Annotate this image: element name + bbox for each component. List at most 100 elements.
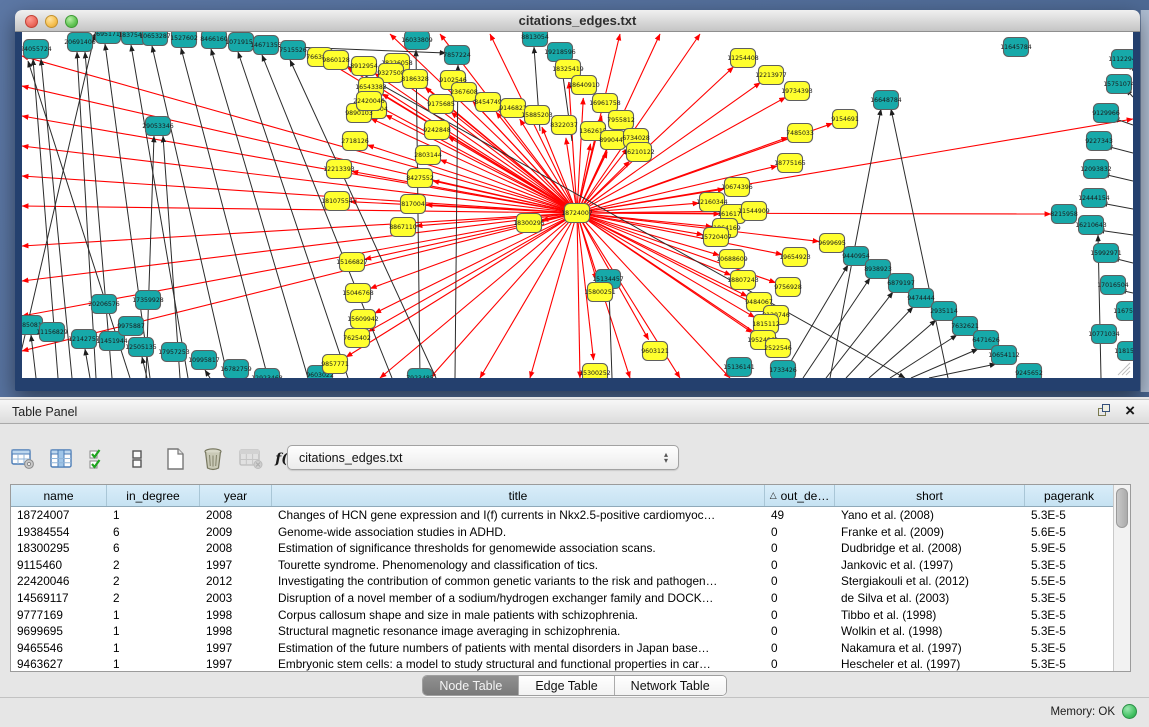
graph-node[interactable]: 10688609 bbox=[716, 250, 748, 269]
graph-node[interactable]: 9242848 bbox=[423, 121, 451, 140]
graph-edge[interactable] bbox=[846, 307, 913, 378]
network-window-titlebar[interactable]: citations_edges.txt bbox=[15, 10, 1140, 32]
graph-node[interactable]: 9175685 bbox=[427, 95, 455, 114]
graph-node[interactable]: 8912954 bbox=[350, 57, 378, 76]
graph-node[interactable]: 7857224 bbox=[443, 46, 471, 65]
graph-node[interactable]: 19218596 bbox=[544, 43, 576, 62]
column-header-out_de[interactable]: △out_de… bbox=[765, 485, 835, 506]
graph-node[interactable]: 9975887 bbox=[117, 317, 145, 336]
graph-edge[interactable] bbox=[869, 320, 936, 378]
select-columns-icon[interactable] bbox=[48, 446, 74, 472]
graph-node[interactable]: 12213977 bbox=[755, 66, 787, 85]
graph-node[interactable]: 12923468 bbox=[251, 369, 283, 379]
graph-node[interactable]: 14671355 bbox=[250, 36, 282, 55]
graph-node[interactable]: 9154691 bbox=[831, 110, 859, 129]
tab-network-table[interactable]: Network Table bbox=[615, 676, 726, 695]
graph-edge[interactable] bbox=[85, 349, 90, 378]
graph-node[interactable]: 817004 bbox=[401, 195, 426, 214]
graph-edge[interactable] bbox=[22, 213, 577, 281]
graph-hub-node[interactable]: 18724007 bbox=[561, 204, 593, 223]
graph-node[interactable]: 16210643 bbox=[1075, 216, 1107, 235]
graph-node[interactable]: 18107554 bbox=[321, 192, 353, 211]
graph-node[interactable]: 9474444 bbox=[907, 289, 935, 308]
graph-node[interactable]: 16210122 bbox=[623, 143, 655, 162]
graph-node[interactable]: 9756928 bbox=[774, 278, 802, 297]
table-row[interactable]: 977716911998Corpus callosum shape and si… bbox=[11, 607, 1113, 624]
graph-node[interactable]: 1527602 bbox=[170, 32, 198, 48]
graph-node[interactable]: 8454749 bbox=[474, 93, 502, 112]
graph-node[interactable]: 16648784 bbox=[870, 91, 902, 110]
graph-node[interactable]: 11675322 bbox=[1113, 302, 1133, 321]
resize-grip[interactable] bbox=[1115, 360, 1131, 376]
graph-node[interactable]: 15751074 bbox=[1103, 75, 1133, 94]
graph-node[interactable]: 15992971 bbox=[1090, 244, 1122, 263]
graph-node[interactable]: 7923485 bbox=[406, 369, 434, 379]
graph-node[interactable]: 11122945 bbox=[1108, 50, 1133, 69]
graph-node[interactable]: 9860128 bbox=[322, 51, 350, 70]
graph-node[interactable]: 22420046 bbox=[353, 92, 385, 111]
graph-node[interactable]: 8867110 bbox=[389, 218, 417, 237]
graph-node[interactable]: 15800251 bbox=[584, 283, 616, 302]
table-row[interactable]: 2242004622012Investigating the contribut… bbox=[11, 573, 1113, 590]
graph-node[interactable]: 7515526 bbox=[279, 41, 307, 60]
graph-edge[interactable] bbox=[181, 48, 268, 378]
graph-node[interactable]: 18775165 bbox=[774, 154, 806, 173]
graph-edge[interactable] bbox=[22, 213, 577, 246]
graph-node[interactable]: 7625402 bbox=[343, 329, 371, 348]
column-header-name[interactable]: name bbox=[11, 485, 107, 506]
graph-node[interactable]: 17957253 bbox=[158, 343, 190, 362]
graph-edge[interactable] bbox=[430, 213, 577, 378]
table-row[interactable]: 946554611997Estimation of the future num… bbox=[11, 640, 1113, 657]
table-row[interactable]: 911546021997Tourette syndrome. Phenomeno… bbox=[11, 557, 1113, 574]
select-attributes-icon[interactable] bbox=[86, 446, 112, 472]
graph-node[interactable]: 8215958 bbox=[1050, 205, 1078, 224]
table-row[interactable]: 946362711997Embryonic stem cells: a mode… bbox=[11, 656, 1113, 673]
graph-node[interactable]: 1733426 bbox=[769, 361, 797, 379]
graph-node[interactable]: 15720407 bbox=[700, 228, 732, 247]
graph-node[interactable]: 15300252 bbox=[579, 364, 611, 379]
graph-node[interactable]: 16033809 bbox=[401, 32, 433, 50]
graph-edge[interactable] bbox=[152, 46, 228, 378]
graph-node[interactable]: 10653287 bbox=[139, 32, 171, 46]
graph-edge[interactable] bbox=[238, 52, 348, 378]
graph-edge[interactable] bbox=[891, 109, 948, 378]
column-header-title[interactable]: title bbox=[272, 485, 765, 506]
graph-node[interactable]: 10674396 bbox=[721, 178, 753, 197]
column-header-short[interactable]: short bbox=[835, 485, 1025, 506]
graph-node[interactable]: 8427552 bbox=[406, 169, 434, 188]
graph-node[interactable]: 10771034 bbox=[1088, 325, 1120, 344]
graph-node[interactable]: 18807243 bbox=[727, 271, 759, 290]
graph-node[interactable]: 20206576 bbox=[88, 295, 120, 314]
graph-node[interactable]: 15166827 bbox=[336, 253, 368, 272]
scrollbar-thumb[interactable] bbox=[1116, 488, 1128, 528]
table-row[interactable]: 1938455462009Genome-wide association stu… bbox=[11, 524, 1113, 541]
graph-node[interactable]: 15885203 bbox=[521, 106, 553, 125]
network-canvas[interactable]: 2405572420691406269517101837540110653287… bbox=[22, 32, 1133, 378]
graph-edge[interactable] bbox=[609, 289, 612, 378]
graph-node[interactable]: 9227343 bbox=[1085, 132, 1113, 151]
graph-node[interactable]: 12093832 bbox=[1080, 160, 1112, 179]
graph-node[interactable]: 16782759 bbox=[220, 360, 252, 379]
graph-node[interactable]: 17016504 bbox=[1097, 276, 1129, 295]
table-settings-icon[interactable] bbox=[10, 446, 36, 472]
graph-node[interactable]: 11544909 bbox=[738, 202, 770, 221]
tab-node-table[interactable]: Node Table bbox=[423, 676, 519, 695]
graph-node[interactable]: 12213393 bbox=[323, 160, 355, 179]
column-header-pagerank[interactable]: pagerank bbox=[1025, 485, 1113, 506]
graph-node[interactable]: 8813054 bbox=[521, 32, 549, 47]
graph-node[interactable]: 11254408 bbox=[727, 49, 759, 68]
close-panel-icon[interactable]: × bbox=[1125, 404, 1135, 417]
graph-node[interactable]: 7485033 bbox=[786, 124, 814, 143]
graph-node[interactable]: 2803144 bbox=[414, 146, 442, 165]
graph-node[interactable]: 12444154 bbox=[1078, 189, 1110, 208]
graph-node[interactable]: 18300295 bbox=[513, 214, 545, 233]
table-row[interactable]: 1830029562008Estimation of significance … bbox=[11, 540, 1113, 557]
graph-node[interactable]: 10995817 bbox=[188, 351, 220, 370]
table-row[interactable]: 969969511998Structural magnetic resonanc… bbox=[11, 623, 1113, 640]
graph-node[interactable]: 15046768 bbox=[342, 284, 374, 303]
graph-node[interactable]: 11815958 bbox=[1114, 342, 1133, 361]
graph-node[interactable]: 7955812 bbox=[607, 111, 635, 130]
graph-edge[interactable] bbox=[22, 116, 577, 213]
graph-node[interactable]: 2522546 bbox=[764, 339, 792, 358]
memory-status-indicator[interactable] bbox=[1122, 704, 1137, 719]
